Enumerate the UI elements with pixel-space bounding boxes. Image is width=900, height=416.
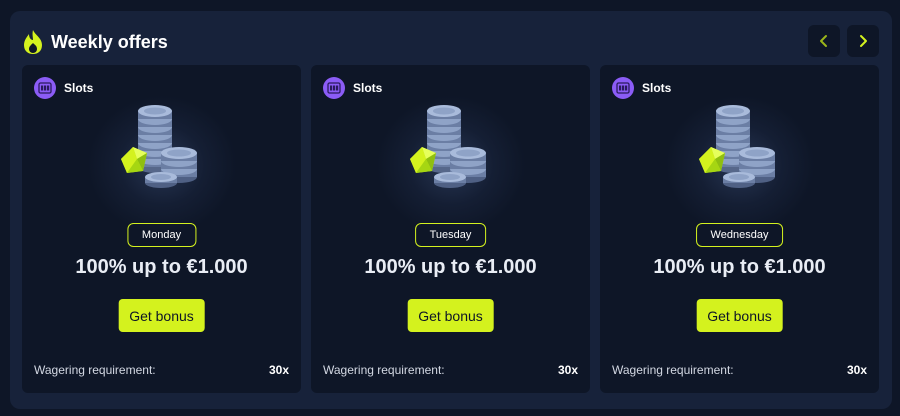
offer-title: 100% up to €1.000 — [75, 256, 248, 278]
category-tag: Slots — [612, 77, 671, 99]
get-bonus-button[interactable]: Get bonus — [407, 299, 494, 332]
offer-card-monday: Slots Monday 100% up to €1.000 Get bonus… — [22, 65, 301, 393]
slot-machine-icon — [34, 77, 56, 99]
section-title: Weekly offers — [51, 32, 168, 52]
coins-illustration — [117, 97, 207, 189]
wagering-row: Wagering requirement: 30x — [34, 363, 289, 377]
offer-title: 100% up to €1.000 — [653, 256, 826, 278]
day-badge: Tuesday — [414, 223, 487, 247]
get-bonus-button[interactable]: Get bonus — [696, 299, 783, 332]
prev-button[interactable] — [808, 25, 840, 57]
wagering-label: Wagering requirement: — [323, 363, 445, 377]
offer-title: 100% up to €1.000 — [364, 256, 537, 278]
wagering-row: Wagering requirement: 30x — [323, 363, 578, 377]
coins-illustration — [406, 97, 496, 189]
wagering-value: 30x — [557, 363, 578, 377]
wagering-label: Wagering requirement: — [34, 363, 156, 377]
coins-illustration — [695, 97, 785, 189]
day-badge: Monday — [126, 223, 197, 247]
slot-machine-icon — [323, 77, 345, 99]
wagering-row: Wagering requirement: 30x — [612, 363, 867, 377]
day-badge: Wednesday — [695, 223, 784, 247]
category-label: Slots — [642, 81, 672, 95]
category-tag: Slots — [323, 77, 382, 99]
chevron-right-icon — [860, 35, 867, 47]
wagering-value: 30x — [268, 363, 289, 377]
wagering-value: 30x — [846, 363, 867, 377]
chevron-left-icon — [820, 35, 827, 47]
flame-icon — [24, 30, 42, 54]
category-tag: Slots — [34, 77, 93, 99]
offer-card-wednesday: Slots Wednesday 100% up to €1.000 Get bo… — [600, 65, 879, 393]
next-button[interactable] — [847, 25, 879, 57]
wagering-label: Wagering requirement: — [612, 363, 734, 377]
offer-card-tuesday: Slots Tuesday 100% up to €1.000 Get bonu… — [311, 65, 590, 393]
slot-machine-icon — [612, 77, 634, 99]
get-bonus-button[interactable]: Get bonus — [118, 299, 205, 332]
category-label: Slots — [353, 81, 383, 95]
category-label: Slots — [64, 81, 94, 95]
